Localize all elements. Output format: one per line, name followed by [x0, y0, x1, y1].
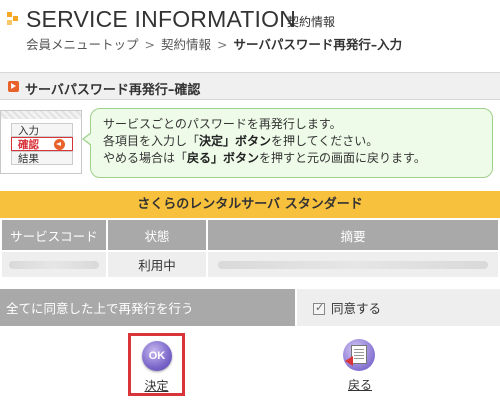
breadcrumb-separator: >	[144, 37, 155, 52]
page-subtitle: 契約情報	[287, 15, 336, 29]
column-header-summary: 摘要	[206, 218, 500, 252]
decide-link[interactable]: 決定	[131, 377, 182, 394]
info-emphasis: 戻る」ボタン	[187, 151, 260, 165]
agree-label: 全てに同意した上で再発行を行う	[0, 289, 295, 326]
page-title: SERVICE INFORMATION	[26, 6, 297, 32]
section-header: サーバパスワード再発行–確認	[0, 72, 500, 100]
agree-checkbox-label[interactable]: 同意する	[331, 301, 381, 316]
service-table: サービスコード 状態 摘要 利用中	[0, 218, 500, 279]
back-arrow-icon	[345, 356, 353, 366]
step-confirm: 確認	[11, 137, 73, 151]
logo-mark-icon	[7, 12, 19, 26]
document-icon	[351, 345, 367, 364]
agree-checkbox-cell[interactable]: 同意する	[297, 289, 500, 326]
breadcrumb-item-member-top[interactable]: 会員メニュートップ	[26, 37, 139, 52]
page-header: SERVICE INFORMATION 契約情報 会員メニュートップ > 契約情報 >…	[0, 0, 500, 66]
step-confirm-label: 確認	[18, 139, 39, 151]
table-row: 利用中	[0, 250, 500, 279]
back-document-icon[interactable]	[343, 339, 375, 371]
breadcrumb-item-contract-info[interactable]: 契約情報	[161, 37, 211, 52]
redacted-value	[218, 261, 489, 269]
info-emphasis: 決定」ボタン	[199, 134, 272, 148]
summary-cell	[206, 250, 500, 279]
breadcrumb-separator: >	[217, 37, 228, 52]
back-button[interactable]: 戻る	[330, 336, 390, 396]
table-header-row: サービスコード 状態 摘要	[0, 218, 500, 252]
info-text: を押すと元の画面に戻ります。	[259, 151, 426, 165]
ok-icon[interactable]: OK	[142, 341, 172, 371]
product-name-bar: さくらのレンタルサーバ スタンダード	[0, 191, 500, 218]
breadcrumb: 会員メニュートップ > 契約情報 > サーバパスワード再発行–入力	[26, 34, 402, 53]
step-result: 結果	[11, 151, 73, 165]
column-header-service-code: サービスコード	[0, 218, 108, 252]
info-pointer-inner	[84, 133, 92, 145]
agree-row: 全てに同意した上で再発行を行う 同意する	[0, 289, 500, 328]
decide-button[interactable]: OK 決定	[128, 333, 185, 396]
arrow-right-icon	[8, 81, 19, 92]
info-message: サービスごとのパスワードを再発行します。 各項目を入力し「決定」ボタンを押してく…	[90, 108, 493, 178]
info-line-2: 各項目を入力し「決定」ボタンを押してください。	[103, 133, 480, 150]
breadcrumb-item-current: サーバパスワード再発行–入力	[233, 37, 403, 52]
service-code-cell	[0, 250, 108, 279]
step-indicator: 入力 確認 結果	[0, 110, 82, 174]
current-step-arrow-icon	[54, 139, 65, 150]
agree-checkbox[interactable]	[313, 301, 325, 315]
section-title: サーバパスワード再発行–確認	[25, 83, 201, 98]
redacted-value	[8, 261, 99, 269]
step-input: 入力	[11, 123, 73, 137]
info-text: を押してください。	[271, 134, 379, 148]
status-cell: 利用中	[105, 250, 209, 279]
info-line-1: サービスごとのパスワードを再発行します。	[103, 117, 342, 131]
info-text: やめる場合は「	[103, 151, 188, 165]
column-header-status: 状態	[105, 218, 209, 252]
info-text: 各項目を入力し「	[103, 134, 200, 148]
back-link[interactable]: 戻る	[330, 376, 390, 393]
info-line-3: やめる場合は「戻る」ボタンを押すと元の画面に戻ります。	[103, 150, 480, 167]
